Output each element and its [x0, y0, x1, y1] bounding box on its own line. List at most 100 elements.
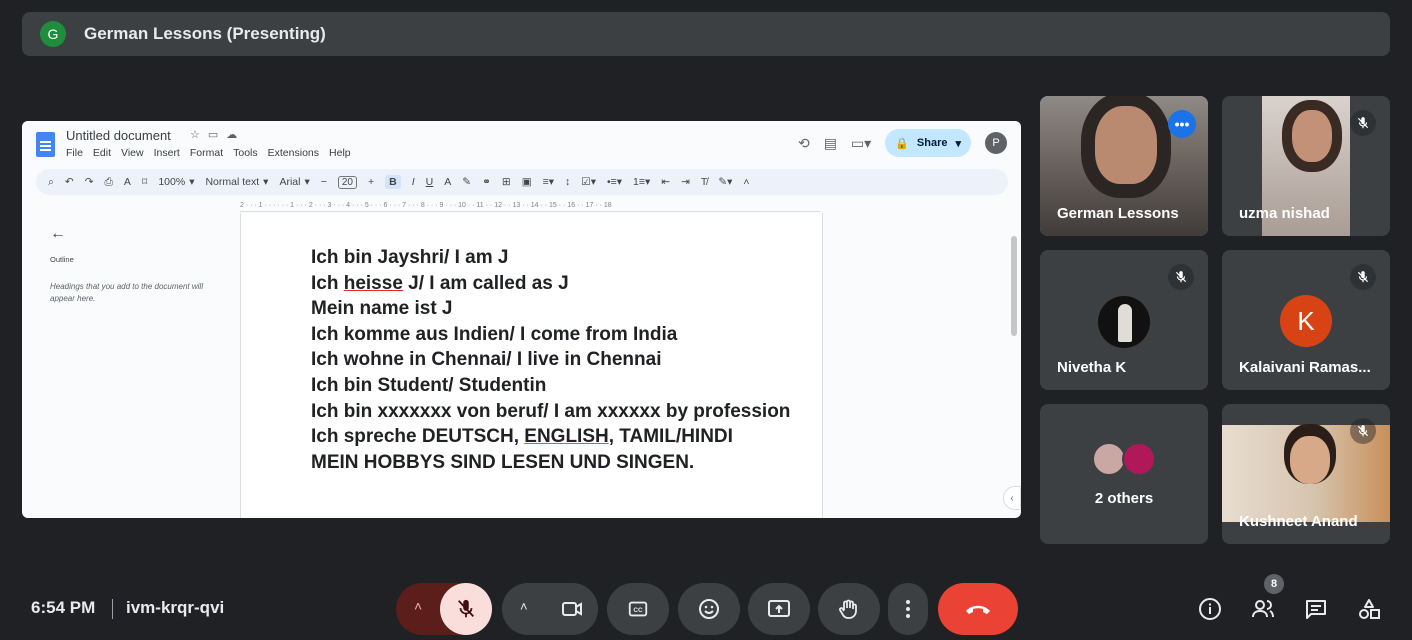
presenter-avatar: G: [40, 21, 66, 47]
divider: [112, 599, 113, 619]
participant-tile[interactable]: uzma nishad: [1222, 96, 1390, 236]
closed-captions-icon: CC: [628, 601, 648, 617]
menu-view: View: [121, 147, 144, 159]
raise-hand-button[interactable]: [818, 583, 880, 635]
grammar-flag-text: ENGLISH: [524, 426, 609, 448]
participant-tile[interactable]: Kushneet Anand: [1222, 404, 1390, 544]
doc-line: Ich bin xxxxxxx von beruf/ I am xxxxxx b…: [311, 400, 791, 422]
redo-icon: ↷: [84, 176, 94, 188]
others-tile[interactable]: 2 others: [1040, 404, 1208, 544]
numbered-list-icon: 1≡▾: [633, 176, 651, 188]
share-label: Share: [916, 137, 948, 149]
doc-scrollbar: [1011, 236, 1017, 336]
zoom-value: 100%: [158, 176, 186, 188]
mic-off-icon: [1350, 418, 1376, 444]
mic-off-icon: [1350, 264, 1376, 290]
share-button: 🔒 Share ▾: [885, 129, 971, 157]
lock-icon: 🔒: [895, 137, 909, 150]
clear-format-icon: T̸: [700, 176, 708, 188]
chevron-up-icon: ˄: [743, 176, 750, 188]
camera-toggle-button[interactable]: [546, 583, 598, 635]
participant-name: Kalaivani Ramas...: [1239, 359, 1371, 376]
align-icon: ≡▾: [542, 176, 555, 188]
more-options-icon[interactable]: •••: [1168, 110, 1196, 138]
video-camera-icon: [562, 602, 582, 616]
mic-off-icon: [1350, 110, 1376, 136]
side-panel-toggle-icon: ‹: [1003, 486, 1021, 510]
doc-line: Ich spreche DEUTSCH, ENGLISH, TAMIL/HIND…: [311, 424, 801, 450]
more-vert-icon: [906, 600, 910, 618]
comment-icon: ▤: [823, 134, 837, 151]
hand-icon: [839, 599, 857, 619]
editing-mode-icon: ✎▾: [718, 176, 733, 188]
paint-format-icon: ⌑: [141, 176, 148, 188]
cloud-icon: ☁: [226, 129, 246, 141]
end-call-icon: [966, 605, 990, 614]
font-select: Arial ▾: [279, 176, 310, 188]
bold-icon: B: [385, 175, 401, 189]
increase-size-icon: +: [368, 176, 375, 188]
spelling-flag-text: heisse: [343, 272, 403, 294]
present-button[interactable]: [748, 583, 810, 635]
increase-indent-icon: ⇥: [681, 176, 690, 188]
participant-name: uzma nishad: [1239, 205, 1330, 222]
avatar: K: [1280, 295, 1332, 347]
more-options-button[interactable]: [888, 583, 928, 635]
doc-text: Ich spreche DEUTSCH,: [311, 426, 525, 448]
zoom-select: 100% ▾: [158, 176, 195, 188]
history-icon: ⟲: [797, 134, 810, 151]
font-value: Arial: [279, 176, 301, 188]
participant-name: Kushneet Anand: [1239, 513, 1358, 530]
outline-panel: ← Outline Headings that you add to the d…: [34, 213, 241, 518]
participant-name: Nivetha K: [1057, 359, 1127, 376]
star-icon: ☆: [190, 129, 208, 141]
people-button[interactable]: [1248, 594, 1278, 624]
menu-tools: Tools: [233, 147, 258, 159]
people-icon: [1252, 600, 1274, 618]
shapes-icon: [1359, 599, 1380, 619]
reactions-button[interactable]: [678, 583, 740, 635]
highlight-icon: ✎: [462, 176, 472, 188]
participant-name: German Lessons: [1057, 205, 1179, 222]
ruler: 2 · · · 1 · · · · · · 1 · · · 2 · · · 3 …: [240, 202, 820, 212]
participant-tile[interactable]: K Kalaivani Ramas...: [1222, 250, 1390, 390]
doc-line: Mein name ist J: [311, 298, 453, 320]
present-screen-icon: [768, 600, 790, 617]
emoji-icon: [699, 599, 719, 619]
style-select: Normal text ▾: [205, 176, 269, 188]
spellcheck-icon: A: [123, 176, 131, 188]
menu-file: File: [66, 147, 83, 159]
avatar: [1122, 442, 1156, 476]
doc-menu-bar: File Edit View Insert Format Tools Exten…: [66, 147, 351, 159]
text-color-icon: A: [444, 176, 452, 188]
doc-page: Ich bin Jayshri/ I am J Ich heisse J/ I …: [241, 213, 823, 518]
menu-format: Format: [189, 147, 224, 159]
doc-header: Untitled document ☆▭☁ File Edit View Ins…: [22, 121, 1021, 169]
participant-face: [1095, 106, 1157, 184]
meeting-code: ivm-krqr-qvi: [126, 598, 225, 617]
line-spacing-icon: ↕: [565, 176, 571, 188]
participant-tile[interactable]: Nivetha K: [1040, 250, 1208, 390]
chevron-down-icon: ▾: [955, 137, 961, 150]
meet-icon: ▭▾: [850, 134, 872, 151]
account-avatar: P: [985, 132, 1007, 154]
image-icon: ▣: [521, 176, 532, 188]
presenting-banner: G German Lessons (Presenting): [22, 12, 1390, 56]
others-label: 2 others: [1094, 490, 1154, 507]
underline-icon: U: [425, 176, 434, 188]
participant-tile[interactable]: ••• German Lessons: [1040, 96, 1208, 236]
font-size-value: 20: [337, 175, 357, 189]
leave-call-button[interactable]: [938, 583, 1018, 635]
menu-insert: Insert: [153, 147, 180, 159]
chat-button[interactable]: [1301, 594, 1331, 624]
doc-line: Ich bin Student/ Studentin: [311, 374, 547, 396]
back-arrow-icon: ←: [50, 225, 66, 242]
captions-button[interactable]: CC: [607, 583, 669, 635]
activities-button[interactable]: [1354, 594, 1384, 624]
mic-toggle-button[interactable]: [440, 583, 492, 635]
meeting-details-button[interactable]: [1195, 594, 1225, 624]
doc-line: Ich heisse J/ I am called as J: [311, 271, 801, 297]
shared-screen: Untitled document ☆▭☁ File Edit View Ins…: [22, 121, 1021, 518]
clock: 6:54 PM: [31, 598, 96, 617]
doc-body: Ich bin Jayshri/ I am J Ich heisse J/ I …: [311, 245, 801, 475]
